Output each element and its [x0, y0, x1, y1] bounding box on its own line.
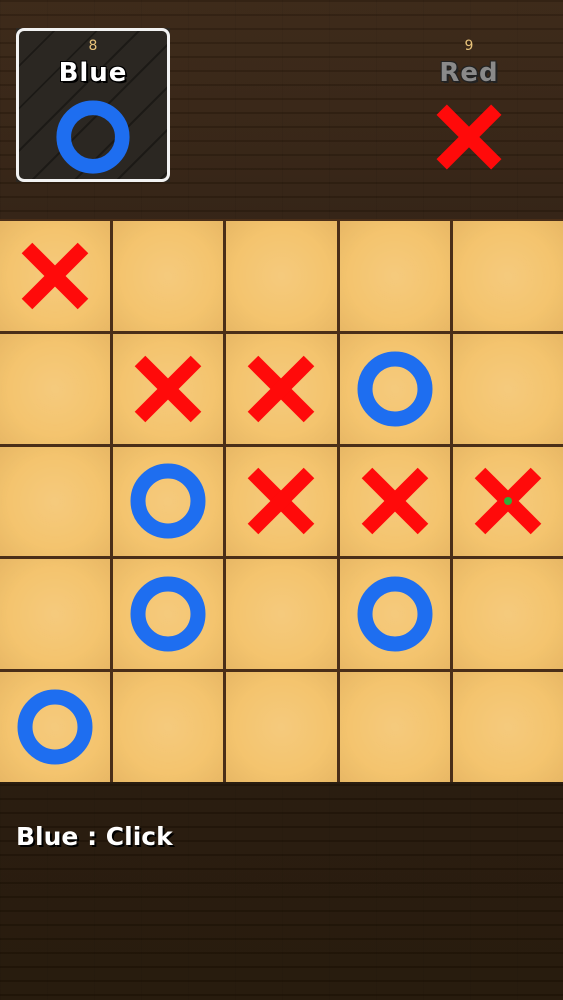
- board-cell-r1-c3[interactable]: [226, 221, 337, 331]
- frame-edge: [42, 179, 144, 182]
- o-mark-icon: [130, 576, 206, 652]
- board-cell-r1-c2[interactable]: [113, 221, 224, 331]
- cursor-dot: [503, 497, 512, 506]
- player-score-blue: 8: [88, 38, 98, 54]
- board-cell-r1-c1[interactable]: [0, 221, 111, 331]
- board-cell-r2-c2[interactable]: [113, 333, 224, 444]
- board-cell-r5-c2[interactable]: [113, 672, 224, 782]
- board-cell-r4-c5[interactable]: [452, 559, 563, 670]
- frame-corner: [141, 153, 170, 182]
- board-cell-r5-c4[interactable]: [339, 672, 450, 782]
- board-cell-r3-c2[interactable]: [113, 446, 224, 557]
- x-mark-icon: [134, 355, 202, 422]
- x-mark-icon: [248, 468, 315, 535]
- player-card-red: 9 Red: [392, 28, 546, 182]
- x-mark-icon: [361, 468, 428, 535]
- board-cell-r1-c4[interactable]: [339, 221, 450, 331]
- turn-status: Blue : Click: [16, 822, 173, 851]
- board-cell-r4-c4[interactable]: [339, 559, 450, 670]
- board-cell-r4-c2[interactable]: [113, 559, 224, 670]
- board-cell-r2-c3[interactable]: [226, 333, 337, 444]
- board-cell-r5-c5[interactable]: [452, 672, 563, 782]
- board-cell-r2-c5[interactable]: [452, 333, 563, 444]
- board-cell-r2-c1[interactable]: [0, 333, 111, 444]
- board-cell-r5-c1[interactable]: [0, 672, 111, 782]
- o-mark-icon: [56, 100, 130, 174]
- o-mark-icon: [357, 351, 433, 427]
- o-mark-icon: [357, 576, 433, 652]
- board-cell-r3-c1[interactable]: [0, 446, 111, 557]
- player-score-red: 9: [464, 38, 474, 54]
- x-mark-icon: [248, 355, 315, 422]
- board-cell-r4-c1[interactable]: [0, 559, 111, 670]
- frame-corner: [16, 153, 45, 182]
- board-cell-r2-c4[interactable]: [339, 333, 450, 444]
- o-mark-icon: [17, 689, 93, 765]
- player-card-blue: 8 Blue: [16, 28, 170, 182]
- player-name-red: Red: [439, 58, 499, 88]
- x-mark-icon: [436, 104, 502, 170]
- board-cell-r3-c3[interactable]: [226, 446, 337, 557]
- board-cell-r5-c3[interactable]: [226, 672, 337, 782]
- board-cell-r1-c5[interactable]: [452, 221, 563, 331]
- board-cell-r4-c3[interactable]: [226, 559, 337, 670]
- o-mark-icon: [130, 463, 206, 539]
- player-name-blue: Blue: [58, 58, 128, 88]
- x-mark-icon: [21, 242, 89, 310]
- frame-edge: [42, 28, 144, 31]
- game-board: [0, 219, 563, 782]
- board-cell-r3-c5[interactable]: [452, 446, 563, 557]
- board-cell-r3-c4[interactable]: [339, 446, 450, 557]
